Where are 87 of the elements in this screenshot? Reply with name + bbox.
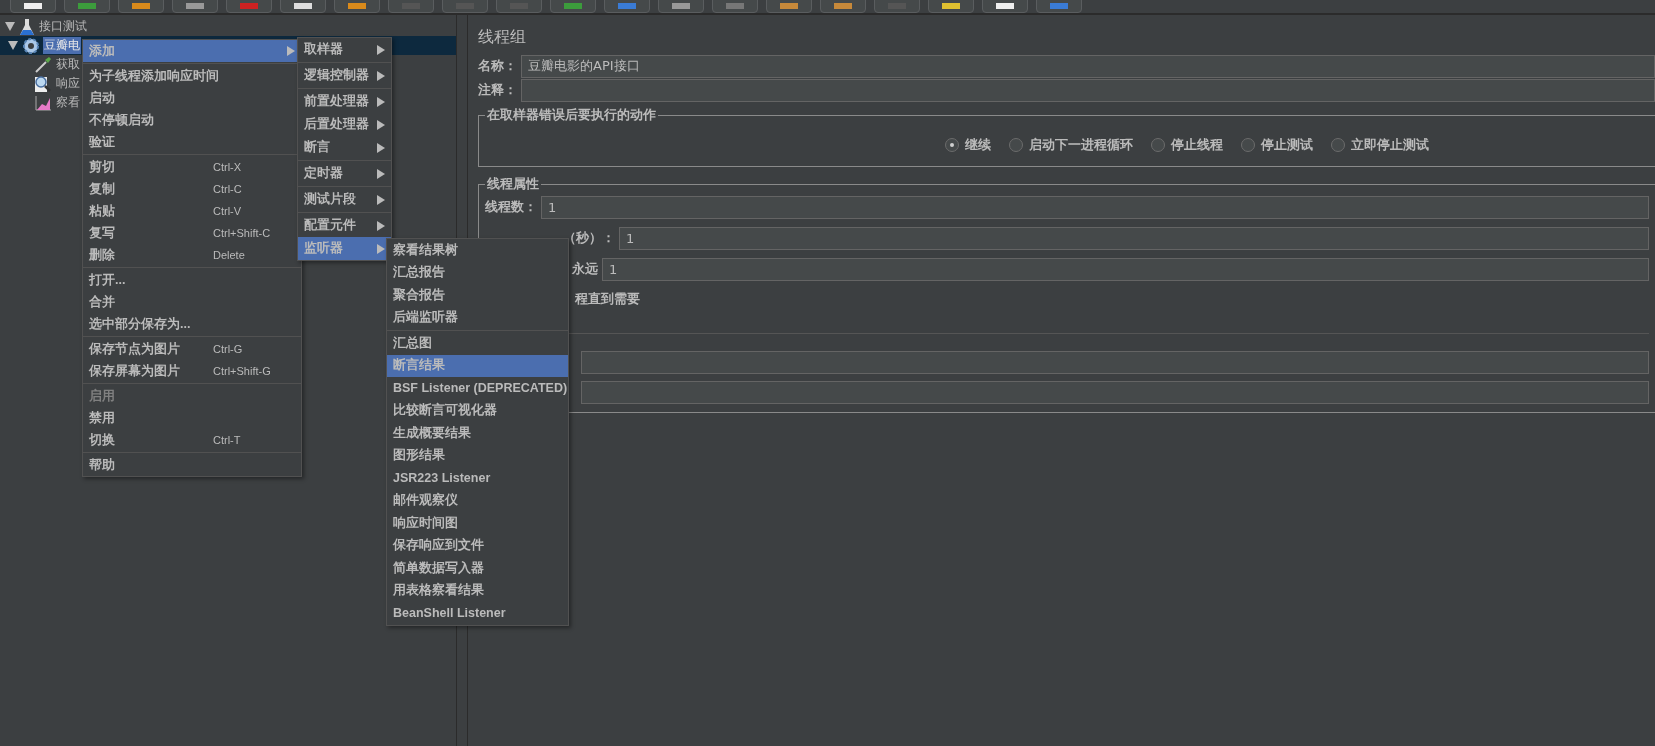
checkbox-label: 程直到需要 bbox=[574, 290, 640, 308]
collapse-arrow-icon[interactable] bbox=[5, 22, 15, 31]
menu-item[interactable]: 测试片段 bbox=[298, 188, 391, 211]
pipette-icon bbox=[34, 55, 52, 74]
radio-button[interactable] bbox=[1009, 138, 1023, 152]
submenu-arrow-icon bbox=[377, 243, 385, 254]
menu-item[interactable]: 启动 bbox=[83, 87, 301, 109]
menu-item[interactable]: 前置处理器 bbox=[298, 90, 391, 113]
radio-label: 停止测试 bbox=[1261, 136, 1313, 154]
menu-item[interactable]: 选中部分保存为... bbox=[83, 313, 301, 335]
submenu-arrow-icon bbox=[377, 168, 385, 179]
radio-button[interactable] bbox=[945, 138, 959, 152]
menu-item[interactable]: 为子线程添加响应时间 bbox=[83, 65, 301, 87]
ramp-up-field[interactable]: 1 bbox=[619, 226, 1649, 250]
menu-item[interactable]: 禁用 bbox=[83, 407, 301, 429]
tree-item[interactable]: 响应 bbox=[55, 75, 81, 92]
menu-item[interactable]: 简单数据写入器 bbox=[387, 557, 568, 580]
field-label: 永远 bbox=[571, 260, 598, 278]
loop-count-field[interactable]: 1 bbox=[602, 257, 1649, 281]
submenu-arrow-icon bbox=[377, 70, 385, 81]
submenu-arrow-icon bbox=[377, 142, 385, 153]
menu-item[interactable]: 响应时间图 bbox=[387, 512, 568, 535]
menu-item[interactable]: BeanShell Listener bbox=[387, 602, 568, 625]
menu-item[interactable]: 粘贴 Ctrl-V bbox=[83, 200, 301, 222]
gear-icon bbox=[22, 36, 40, 55]
menu-item[interactable]: 帮助 bbox=[83, 454, 301, 476]
menu-item[interactable]: 合并 bbox=[83, 291, 301, 313]
threads-field[interactable]: 1 bbox=[541, 195, 1649, 219]
comment-field[interactable] bbox=[521, 78, 1655, 102]
graph-icon bbox=[34, 93, 52, 112]
menu-item[interactable]: 汇总图 bbox=[387, 332, 568, 355]
menu-item[interactable]: 邮件观察仪 bbox=[387, 489, 568, 512]
menu-item[interactable]: 后端监听器 bbox=[387, 306, 568, 329]
menu-item[interactable]: 图形结果 bbox=[387, 444, 568, 467]
flask-icon bbox=[19, 17, 35, 36]
tree-item[interactable]: 接口测试 bbox=[38, 18, 88, 35]
menu-item[interactable]: 删除 Delete bbox=[83, 244, 301, 266]
radio-label: 立即停止测试 bbox=[1351, 136, 1429, 154]
magnifier-icon bbox=[34, 74, 52, 93]
field-label: 线程数： bbox=[485, 198, 537, 216]
menu-item[interactable]: 取样器 bbox=[298, 38, 391, 61]
text-field[interactable] bbox=[581, 350, 1649, 374]
menu-item[interactable]: 剪切 Ctrl-X bbox=[83, 156, 301, 178]
submenu-arrow-icon bbox=[377, 44, 385, 55]
menu-item[interactable]: JSR223 Listener bbox=[387, 467, 568, 490]
menu-item[interactable]: 汇总报告 bbox=[387, 261, 568, 284]
submenu-arrow-icon bbox=[377, 220, 385, 231]
radio-label: 继续 bbox=[965, 136, 991, 154]
collapse-arrow-icon[interactable] bbox=[8, 41, 18, 50]
field-label: 名称： bbox=[478, 57, 517, 75]
submenu-arrow-icon bbox=[377, 119, 385, 130]
submenu-arrow-icon bbox=[287, 46, 295, 56]
menu-item[interactable]: 保存节点为图片 Ctrl-G bbox=[83, 338, 301, 360]
menu-item[interactable]: 后置处理器 bbox=[298, 113, 391, 136]
tree-item[interactable]: 豆瓣电 bbox=[43, 37, 81, 54]
menu-item[interactable]: 比较断言可视化器 bbox=[387, 399, 568, 422]
tree-item[interactable]: 察看 bbox=[55, 94, 81, 111]
menu-item[interactable]: 断言 bbox=[298, 136, 391, 159]
group-title: 线程属性 bbox=[486, 175, 540, 193]
menu-item[interactable]: 打开... bbox=[83, 269, 301, 291]
menu-item[interactable]: 保存屏幕为图片 Ctrl+Shift-G bbox=[83, 360, 301, 382]
radio-label: 停止线程 bbox=[1171, 136, 1223, 154]
radio-button[interactable] bbox=[1331, 138, 1345, 152]
menu-item[interactable]: 复写 Ctrl+Shift-C bbox=[83, 222, 301, 244]
menu-item[interactable]: 切换 Ctrl-T bbox=[83, 429, 301, 451]
menu-item[interactable]: 生成概要结果 bbox=[387, 422, 568, 445]
tree-item[interactable]: 获取 bbox=[55, 56, 81, 73]
group-title: 在取样器错误后要执行的动作 bbox=[486, 106, 657, 124]
menu-item[interactable]: BSF Listener (DEPRECATED) bbox=[387, 377, 568, 400]
menu-item[interactable]: 保存响应到文件 bbox=[387, 534, 568, 557]
submenu-arrow-icon bbox=[377, 194, 385, 205]
menu-item[interactable]: 配置元件 bbox=[298, 214, 391, 237]
submenu-arrow-icon bbox=[377, 96, 385, 107]
radio-button[interactable] bbox=[1151, 138, 1165, 152]
menu-item[interactable]: 用表格察看结果 bbox=[387, 579, 568, 602]
menu-item[interactable]: 验证 bbox=[83, 131, 301, 153]
field-label: 注释： bbox=[478, 81, 517, 99]
name-field[interactable]: 豆瓣电影的API接口 bbox=[521, 54, 1655, 78]
menu-item[interactable]: 定时器 bbox=[298, 162, 391, 185]
panel-title: 线程组 bbox=[478, 26, 527, 48]
radio-button[interactable] bbox=[1241, 138, 1255, 152]
menu-item[interactable]: 逻辑控制器 bbox=[298, 64, 391, 87]
menu-item[interactable]: 不停顿启动 bbox=[83, 109, 301, 131]
menu-item[interactable]: 复制 Ctrl-C bbox=[83, 178, 301, 200]
menu-item[interactable]: 聚合报告 bbox=[387, 284, 568, 307]
radio-label: 启动下一进程循环 bbox=[1029, 136, 1133, 154]
text-field[interactable] bbox=[581, 380, 1649, 404]
